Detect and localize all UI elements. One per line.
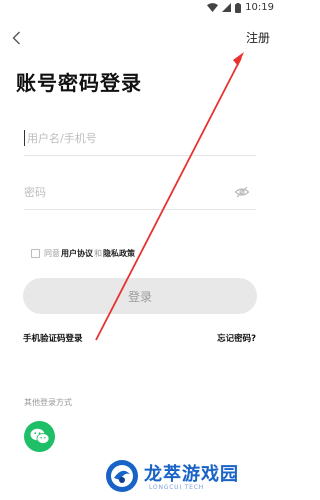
watermark: 龙萃游戏园 LONGCUI TECH: [102, 456, 280, 500]
username-field[interactable]: [24, 126, 256, 156]
forgot-password-link[interactable]: 忘记密码?: [217, 332, 256, 344]
watermark-title: 龙萃游戏园: [144, 464, 239, 485]
username-underline: [24, 155, 256, 156]
password-input[interactable]: [24, 180, 224, 204]
password-underline: [24, 209, 256, 210]
page-title: 账号密码登录: [16, 71, 142, 95]
status-time: 10:19: [245, 2, 274, 13]
watermark-subtitle: LONGCUI TECH: [149, 484, 205, 491]
agreement-checkbox[interactable]: [31, 248, 40, 258]
user-agreement-link[interactable]: 用户协议: [61, 248, 93, 259]
status-icons: 10:19: [207, 2, 274, 13]
status-bar: 10:19: [0, 0, 280, 18]
battery-icon: [235, 2, 242, 13]
privacy-policy-link[interactable]: 隐私政策: [103, 248, 135, 259]
agreement-conjunction: 和: [94, 248, 102, 258]
username-input[interactable]: [27, 126, 227, 150]
cellular-signal-icon: [222, 3, 232, 12]
agreement-row: 同意 用户协议 和 隐私政策: [31, 246, 136, 260]
back-button[interactable]: [6, 26, 26, 50]
wechat-icon: [30, 428, 49, 444]
login-button[interactable]: 登录: [23, 278, 257, 314]
register-link[interactable]: 注册: [246, 29, 270, 46]
sms-login-link[interactable]: 手机验证码登录: [23, 332, 83, 344]
text-cursor: [24, 130, 25, 146]
back-arrow-icon: [12, 31, 20, 45]
agreement-prefix: 同意: [44, 248, 60, 258]
password-field[interactable]: [24, 180, 256, 210]
nav-bar: 注册: [0, 26, 280, 50]
other-login-label: 其他登录方式: [24, 398, 72, 407]
wifi-icon: [207, 3, 219, 12]
eye-off-icon[interactable]: [234, 184, 250, 200]
watermark-logo-icon: [106, 460, 138, 492]
wechat-login-button[interactable]: [24, 421, 55, 452]
